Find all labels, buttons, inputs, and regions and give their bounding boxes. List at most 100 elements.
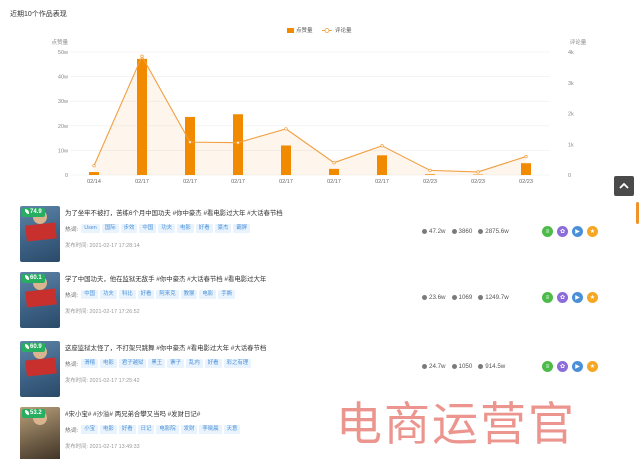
legend-likes-label: 点赞量 [296,26,313,34]
play-icon[interactable]: ▶ [572,226,583,237]
comments-point [476,170,480,174]
hot-word-tag[interactable]: 好看 [204,359,222,368]
hot-word-tag[interactable]: 君子越狱 [118,359,147,368]
hot-words-label: 热词: [65,227,79,233]
hot-word-tag[interactable]: 中国 [139,224,157,233]
section-title: 近期10个作品表现 [10,11,67,18]
hot-word-tag[interactable]: 乱内 [185,359,203,368]
hot-word-tag[interactable]: 电影 [100,359,117,368]
eye-icon [478,229,484,234]
publish-time: 发布时间: 2021-02-17 17:26:52 [65,309,140,315]
likes-bar [377,155,387,175]
work-thumbnail[interactable]: 60.1 [20,272,60,328]
scrollbar-thumb[interactable] [636,202,639,224]
hot-word-tag[interactable]: 寨子 [167,359,184,368]
hot-word-tag[interactable]: 发财 [180,425,198,434]
hot-word-tag[interactable]: 手撕 [218,290,235,299]
watermark: 电商运营官 [336,397,576,451]
list-icon[interactable]: ≡ [542,226,553,237]
hot-word-tag[interactable]: 日记 [137,425,155,434]
work-thumbnail[interactable]: 60.9 [20,341,60,397]
hot-word-tag[interactable]: 小宝 [81,425,99,434]
hot-word-tag[interactable]: 霸屏 [233,224,251,233]
comments-point [380,144,384,148]
work-description[interactable]: 这座监狱太怪了，不打架只跳舞 #你中豪杰 #看电影过大年 #大话春节档 [65,343,266,352]
eye-icon [478,364,484,369]
comment-area [94,56,526,175]
star-icon[interactable]: ★ [587,361,598,372]
work-thumbnail[interactable]: 53.2 [20,407,60,459]
hot-word-tag[interactable]: 功夫 [100,290,117,299]
work-thumbnail[interactable]: 74.9 [20,206,60,262]
score-badge: 60.9 [22,343,45,352]
work-actions: ≡ ✿ ▶ ★ [542,226,602,237]
work-item[interactable]: 74.9 为了坐牢不被打，苦练6个月中国功夫 #你中豪杰 #看电影过大年 #大话… [20,206,620,264]
score-badge: 60.1 [22,274,45,283]
likes-bar [329,168,339,175]
hot-words-label: 热词: [65,362,79,368]
likes-bar [185,116,195,175]
star-icon[interactable]: ★ [587,292,598,303]
hot-word-tag[interactable]: 电影 [199,290,217,299]
comments-point [332,161,336,165]
likes-bar [425,174,435,175]
work-description[interactable]: 学了中国功夫，他在监狱无敌手 #你中豪杰 #大话春节档 #看电影过大年 [65,274,266,283]
legend-comments-label: 评论量 [335,26,352,34]
work-description[interactable]: #宋小宝# #沙溢# 两兄弟合攀又当吗 #发财日记# [65,409,200,418]
hot-word-tag[interactable]: 功夫 [158,224,175,233]
hot-word-tag[interactable]: 好看 [137,290,155,299]
work-stats: 24.7w 1050 914.5w [422,363,511,370]
y-right-tick-label: 4k [568,50,574,56]
hot-word-tag[interactable]: 步效 [120,224,138,233]
list-icon[interactable]: ≡ [542,361,553,372]
x-tick-label: 02/14 [87,179,101,185]
hot-word-tag[interactable]: 好看 [195,224,213,233]
views-count: 1249.7w [485,294,509,301]
play-icon[interactable]: ▶ [572,292,583,303]
hot-word-tag[interactable]: 教猴 [180,290,198,299]
bunny-icon[interactable]: ✿ [557,226,568,237]
hot-word-tag[interactable]: 滑稽 [81,359,99,368]
x-tick-label: 02/23 [519,179,533,185]
work-item[interactable]: 60.1 学了中国功夫，他在监狱无敌手 #你中豪杰 #大话春节档 #看电影过大年… [20,272,620,330]
hot-words: 热词: 小宝 电影 好看 日记 电影院 发财 李晓晨 天意 [65,425,242,434]
views-count: 914.5w [485,363,506,370]
hot-word-tag[interactable]: 电影 [100,425,117,434]
hot-word-tag[interactable]: 天意 [223,425,241,434]
hot-word-tag[interactable]: 豪杰 [214,224,232,233]
hot-word-tag[interactable]: 中国 [81,290,99,299]
hot-word-tag[interactable]: 黑王 [148,359,166,368]
comments-point [284,127,288,131]
hot-words-label: 热词: [65,293,79,299]
publish-time: 发布时间: 2021-02-17 17:25:42 [65,378,140,384]
work-description[interactable]: 为了坐牢不被打，苦练6个月中国功夫 #你中豪杰 #看电影过大年 #大话春节档 [65,208,283,217]
hot-words: 热词: Usen 国际 步效 中国 功夫 电影 好看 豪杰 霸屏 [65,224,252,233]
bunny-icon[interactable]: ✿ [557,361,568,372]
comments-point [524,154,528,159]
hot-word-tag[interactable]: 科比 [118,290,136,299]
y-left-tick-label: 40w [58,75,68,81]
back-to-top-button[interactable] [614,176,634,196]
hot-word-tag[interactable]: 彩之有理 [223,359,252,368]
y-right-tick-label: 3k [568,81,574,87]
chevron-up-icon [619,182,629,189]
comment-icon [451,229,457,234]
star-icon[interactable]: ★ [587,226,598,237]
hot-word-tag[interactable]: 电影 [177,224,194,233]
hot-word-tag[interactable]: 好看 [118,425,136,434]
list-icon[interactable]: ≡ [542,292,553,303]
hot-word-tag[interactable]: 电影院 [156,425,179,434]
hot-word-tag[interactable]: 李晓晨 [199,425,222,434]
hot-word-tag[interactable]: Usen [81,224,100,233]
work-actions: ≡ ✿ ▶ ★ [542,361,602,372]
play-icon[interactable]: ▶ [572,361,583,372]
heart-icon [422,229,427,234]
hot-words: 热词: 滑稽 电影 君子越狱 黑王 寨子 乱内 好看 彩之有理 [65,359,253,368]
comment-icon [451,295,457,300]
y-right-tick-label: 2k [568,112,574,118]
hot-word-tag[interactable]: 阿来克 [156,290,179,299]
likes-bar [281,145,291,175]
comments-point [428,168,432,173]
hot-word-tag[interactable]: 国际 [101,224,119,233]
bunny-icon[interactable]: ✿ [557,292,568,303]
